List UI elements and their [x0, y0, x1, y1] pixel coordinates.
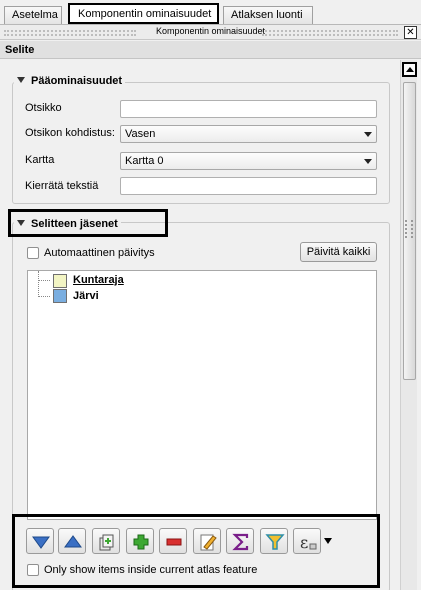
scroll-up-button[interactable] — [402, 62, 417, 77]
main-properties-header[interactable]: Pääominaisuudet — [14, 75, 126, 87]
add-item-button[interactable] — [126, 528, 154, 554]
move-down-button[interactable] — [26, 528, 54, 554]
title-alignment-select[interactable]: Vasen — [120, 125, 377, 143]
tab-label: Asetelma — [12, 9, 58, 21]
sigma-icon — [232, 533, 249, 551]
add-group-icon — [99, 534, 114, 551]
dock-title-bar[interactable]: Komponentin ominaisuudet ✕ — [0, 24, 421, 40]
close-icon[interactable]: ✕ — [404, 26, 417, 39]
tab-komponentin-ominaisuudet[interactable]: Komponentin ominaisuudet — [68, 3, 219, 24]
expression-button[interactable]: ε — [293, 528, 321, 554]
map-select[interactable]: Kartta 0 — [120, 152, 377, 170]
chevron-down-icon — [364, 159, 372, 164]
update-all-button[interactable]: Päivitä kaikki — [300, 242, 377, 262]
filter-button[interactable] — [260, 528, 288, 554]
svg-text:ε: ε — [300, 533, 308, 552]
add-group-button[interactable] — [92, 528, 120, 554]
tab-bar: Asetelma Komponentin ominaisuudet Atlaks… — [0, 0, 421, 24]
edit-icon — [200, 534, 217, 551]
legend-item-jarvi[interactable]: Järvi — [73, 290, 99, 302]
vertical-scrollbar[interactable] — [400, 60, 417, 590]
tab-label: Atlaksen luonti — [231, 9, 303, 21]
select-value: Kartta 0 — [125, 155, 164, 167]
tab-atlaksen-luonti[interactable]: Atlaksen luonti — [223, 6, 313, 24]
properties-scroll-area: Pääominaisuudet Otsikko Otsikon kohdistu… — [4, 60, 399, 590]
group-title-text: Pääominaisuudet — [31, 75, 123, 87]
map-label: Kartta — [25, 154, 55, 166]
section-header: Selite — [0, 41, 421, 59]
arrow-down-icon — [32, 536, 50, 549]
wrap-text-label: Kierrätä tekstiä — [25, 180, 99, 192]
select-value: Vasen — [125, 128, 156, 140]
atlas-only-label: Only show items inside current atlas fea… — [44, 564, 258, 576]
legend-tree[interactable]: Kuntaraja Järvi — [27, 270, 377, 520]
grip-icon — [405, 220, 413, 238]
legend-header-highlight — [8, 209, 168, 237]
wrap-text-input[interactable] — [120, 177, 377, 195]
atlas-only-checkbox[interactable] — [27, 564, 39, 576]
tree-connector — [38, 280, 50, 281]
filter-icon — [265, 534, 285, 550]
arrow-up-icon — [64, 535, 82, 548]
title-label: Otsikko — [25, 102, 62, 114]
title-alignment-label: Otsikon kohdistus: — [25, 127, 115, 139]
tree-connector — [38, 296, 50, 297]
dock-title: Komponentin ominaisuudet — [155, 26, 266, 36]
layer-swatch-kuntaraja — [53, 274, 67, 288]
title-input[interactable] — [120, 100, 377, 118]
chevron-down-icon — [324, 538, 332, 544]
layer-swatch-jarvi — [53, 289, 67, 303]
tab-asetelma[interactable]: Asetelma — [4, 6, 62, 24]
auto-update-checkbox[interactable] — [27, 247, 39, 259]
expression-menu-button[interactable] — [323, 528, 333, 554]
tree-connector — [38, 271, 39, 297]
plus-icon — [133, 534, 149, 550]
move-up-button[interactable] — [58, 528, 86, 554]
minus-icon — [166, 538, 182, 546]
count-button[interactable] — [226, 528, 254, 554]
chevron-down-icon — [364, 132, 372, 137]
collapse-triangle-icon — [17, 77, 25, 83]
expression-icon: ε — [300, 533, 317, 552]
auto-update-label: Automaattinen päivitys — [44, 247, 155, 259]
edit-item-button[interactable] — [193, 528, 221, 554]
remove-item-button[interactable] — [159, 528, 187, 554]
legend-item-kuntaraja[interactable]: Kuntaraja — [73, 274, 124, 286]
tab-label: Komponentin ominaisuudet — [78, 8, 212, 20]
legend-toolbar: ε — [26, 528, 356, 554]
